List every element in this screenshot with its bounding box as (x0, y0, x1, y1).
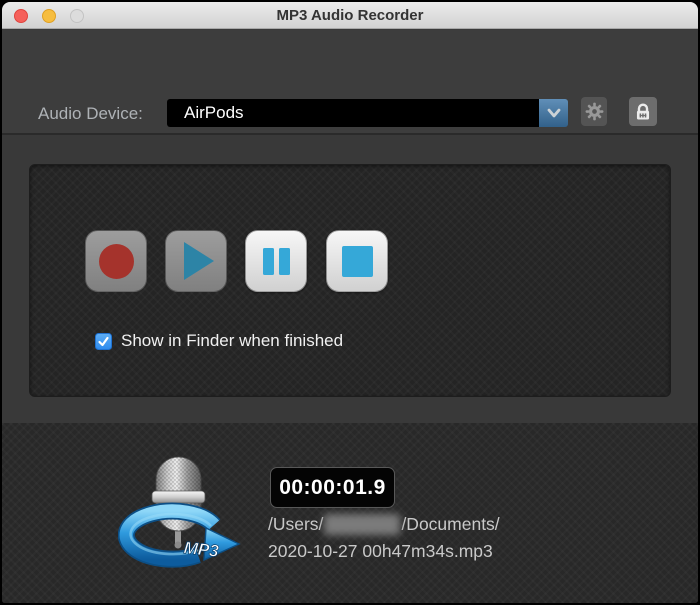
title-bar[interactable]: MP3 Audio Recorder (2, 2, 698, 29)
audio-device-label: Audio Device: (38, 104, 143, 124)
play-button[interactable] (165, 230, 227, 292)
pause-button[interactable] (245, 230, 307, 292)
lock-button[interactable] (629, 97, 657, 126)
chevron-down-icon (544, 103, 564, 123)
show-in-finder-row: Show in Finder when finished (95, 331, 343, 351)
audio-device-dropdown[interactable]: AirPods (167, 99, 568, 127)
record-icon (99, 244, 134, 279)
show-in-finder-checkbox[interactable] (95, 333, 112, 350)
path-suffix: /Documents/ (401, 511, 499, 538)
mp3-badge-label: MP3 (183, 538, 220, 561)
lock-icon (632, 101, 654, 123)
dropdown-arrow-button[interactable] (539, 99, 568, 127)
window-title: MP3 Audio Recorder (2, 2, 698, 29)
stop-icon (342, 246, 373, 277)
path-filename: 2020-10-27 00h47m34s.mp3 (268, 538, 500, 565)
timer-value: 00:00:01.9 (279, 476, 386, 500)
settings-button[interactable] (581, 97, 607, 126)
mp3-microphone-icon: MP3 (118, 439, 244, 573)
audio-device-value[interactable]: AirPods (167, 99, 539, 127)
toolbar: Audio Device: AirPods (2, 30, 698, 133)
path-prefix: /Users/ (268, 511, 323, 538)
redacted-username (324, 514, 400, 535)
play-icon (184, 242, 214, 280)
main-area: Show in Finder when finished (2, 135, 698, 423)
show-in-finder-label: Show in Finder when finished (121, 331, 343, 351)
pause-icon (263, 248, 290, 275)
app-window: MP3 Audio Recorder Audio Device: AirPods (0, 0, 700, 605)
record-button[interactable] (85, 230, 147, 292)
recorder-panel: Show in Finder when finished (29, 164, 671, 397)
checkmark-icon (97, 335, 110, 348)
recording-timer: 00:00:01.9 (270, 467, 395, 508)
gear-icon (584, 101, 605, 122)
path-line-1: /Users/ /Documents/ (268, 511, 500, 538)
stop-button[interactable] (326, 230, 388, 292)
window-chrome: MP3 Audio Recorder Audio Device: AirPods (2, 2, 698, 603)
status-area: MP3 00:00:01.9 /Users/ /Documents/ 2020-1… (2, 423, 698, 603)
output-file-path: /Users/ /Documents/ 2020-10-27 00h47m34s.… (268, 511, 500, 565)
